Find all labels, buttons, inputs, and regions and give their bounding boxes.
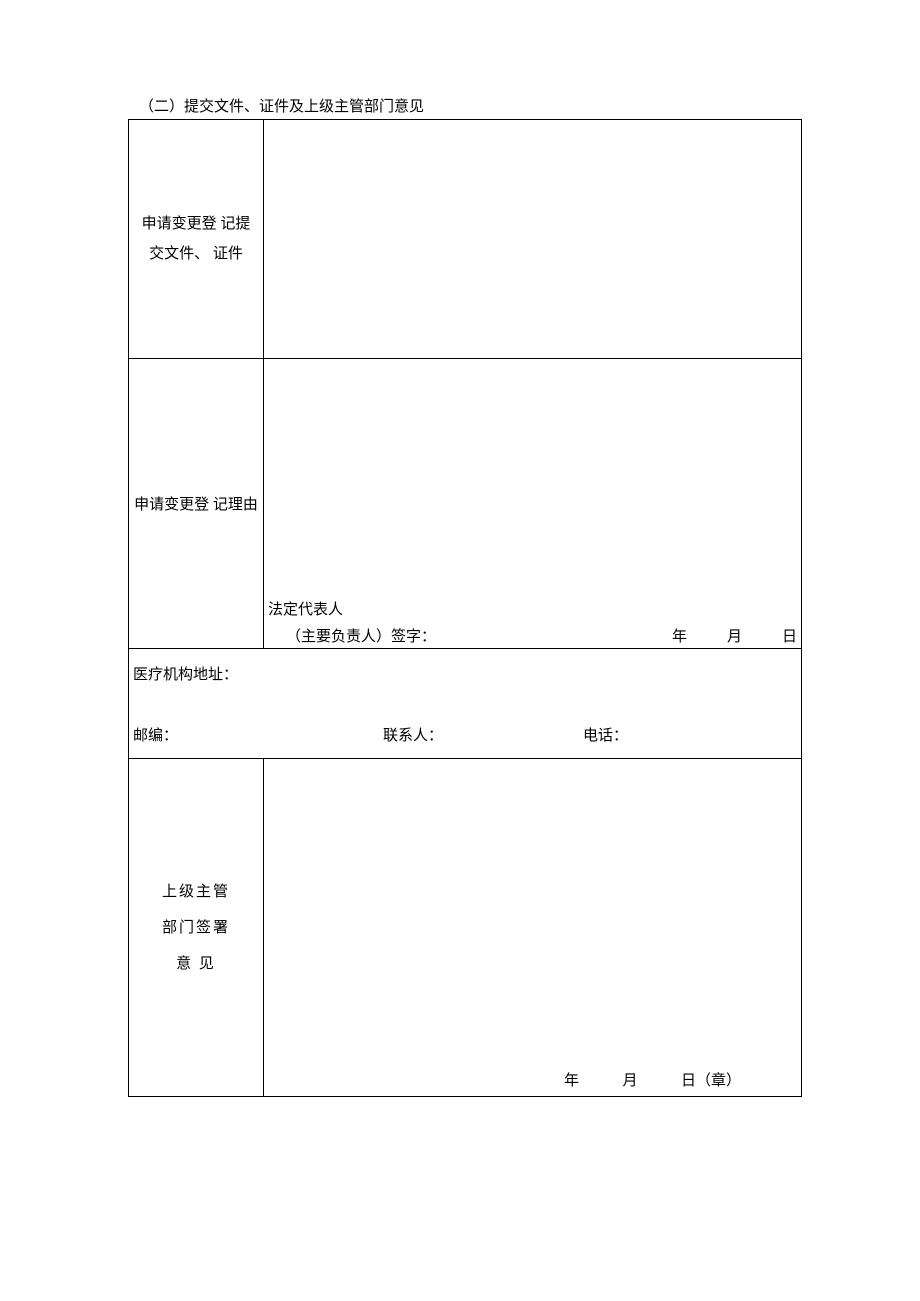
documents-label-cell: 申请变更登 记提交文件、 证件	[129, 120, 264, 359]
reason-label-cell: 申请变更登 记理由	[129, 359, 264, 649]
superior-label-line2: 部门签署	[129, 910, 263, 946]
stamp-date: 年 月 日（章）	[268, 1069, 797, 1090]
contact-info-line: 邮编： 联系人： 电话：	[133, 724, 797, 745]
contact-row: 医疗机构地址： 邮编： 联系人： 电话：	[129, 649, 802, 759]
address-label: 医疗机构地址：	[133, 667, 238, 683]
documents-row: 申请变更登 记提交文件、 证件	[129, 120, 802, 359]
superior-label-line3: 意 见	[129, 946, 263, 982]
responsible-person-sign-label: （主要负责人）签字：	[286, 625, 436, 646]
reason-content-cell[interactable]: 法定代表人 （主要负责人）签字： 年 月 日	[264, 359, 802, 649]
month-label: 月	[727, 625, 742, 646]
postcode-label: 邮编：	[133, 724, 383, 745]
reason-row: 申请变更登 记理由 法定代表人 （主要负责人）签字： 年 月 日	[129, 359, 802, 649]
reason-label: 申请变更登 记理由	[134, 497, 258, 513]
superior-label-cell: 上级主管 部门签署 意 见	[129, 759, 264, 1097]
stamp-month-label: 月	[622, 1069, 637, 1090]
stamp-day-label: 日（章）	[681, 1069, 741, 1090]
contact-cell[interactable]: 医疗机构地址： 邮编： 联系人： 电话：	[129, 649, 802, 759]
legal-rep-label: 法定代表人	[268, 598, 797, 619]
superior-content-cell[interactable]: 年 月 日（章）	[264, 759, 802, 1097]
documents-label: 申请变更登 记提交文件、 证件	[142, 216, 251, 262]
signature-date: 年 月 日	[512, 625, 797, 646]
contact-person-label: 联系人：	[383, 724, 583, 745]
day-label: 日	[782, 625, 797, 646]
superior-row: 上级主管 部门签署 意 见 年 月 日（章）	[129, 759, 802, 1097]
year-label: 年	[672, 625, 687, 646]
form-table: 申请变更登 记提交文件、 证件 申请变更登 记理由 法定代表人 （主要负责人）签…	[128, 119, 802, 1097]
superior-label-line1: 上级主管	[129, 874, 263, 910]
address-line: 医疗机构地址：	[133, 663, 797, 684]
phone-label: 电话：	[583, 724, 628, 745]
documents-content-cell[interactable]	[264, 120, 802, 359]
signature-block: 法定代表人 （主要负责人）签字： 年 月 日	[268, 598, 797, 646]
section-title: （二）提交文件、证件及上级主管部门意见	[139, 95, 802, 116]
stamp-year-label: 年	[564, 1069, 579, 1090]
